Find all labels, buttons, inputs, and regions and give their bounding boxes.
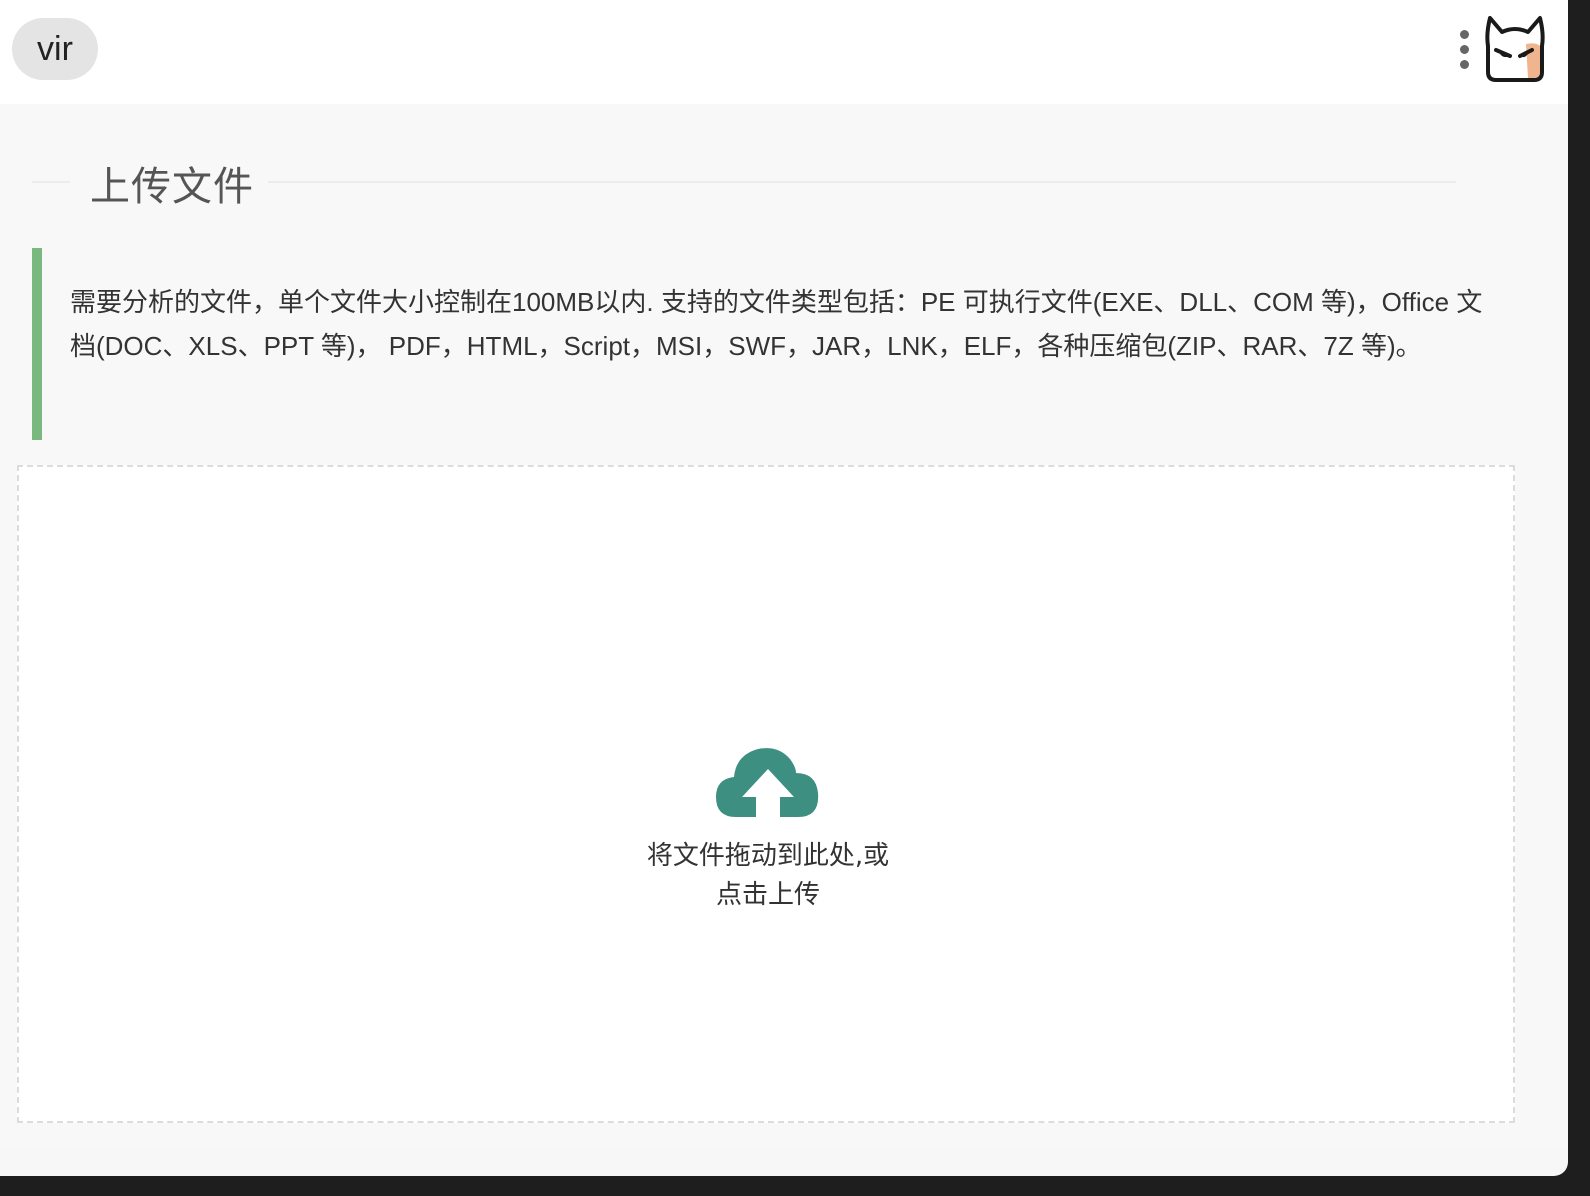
drop-instructions: 将文件拖动到此处,或 点击上传 (568, 837, 968, 915)
cat-avatar-icon[interactable] (1482, 14, 1548, 84)
more-vertical-icon[interactable] (1452, 24, 1476, 74)
workspace-chip[interactable]: vir (12, 18, 98, 80)
main-content: 上传文件 需要分析的文件，单个文件大小控制在100MB以内. 支持的文件类型包括… (0, 104, 1568, 1146)
drop-text-line2[interactable]: 点击上传 (568, 876, 968, 915)
page-title: 上传文件 (90, 164, 254, 210)
cloud-upload-icon (716, 748, 819, 819)
app-window: vir 上传文件 需要分析的文件，单个文件大小控制在100MB以内. 支持的文件… (0, 0, 1568, 1176)
divider-right (268, 181, 1456, 183)
top-bar: vir (0, 0, 1568, 104)
info-notice: 需要分析的文件，单个文件大小控制在100MB以内. 支持的文件类型包括：PE 可… (32, 248, 1496, 440)
section-header: 上传文件 (32, 150, 1456, 214)
divider-left (32, 181, 70, 183)
drop-text-line1: 将文件拖动到此处,或 (646, 841, 890, 871)
notice-text: 需要分析的文件，单个文件大小控制在100MB以内. 支持的文件类型包括：PE 可… (70, 287, 1483, 361)
file-drop-zone[interactable]: 将文件拖动到此处,或 点击上传 (17, 465, 1515, 1123)
